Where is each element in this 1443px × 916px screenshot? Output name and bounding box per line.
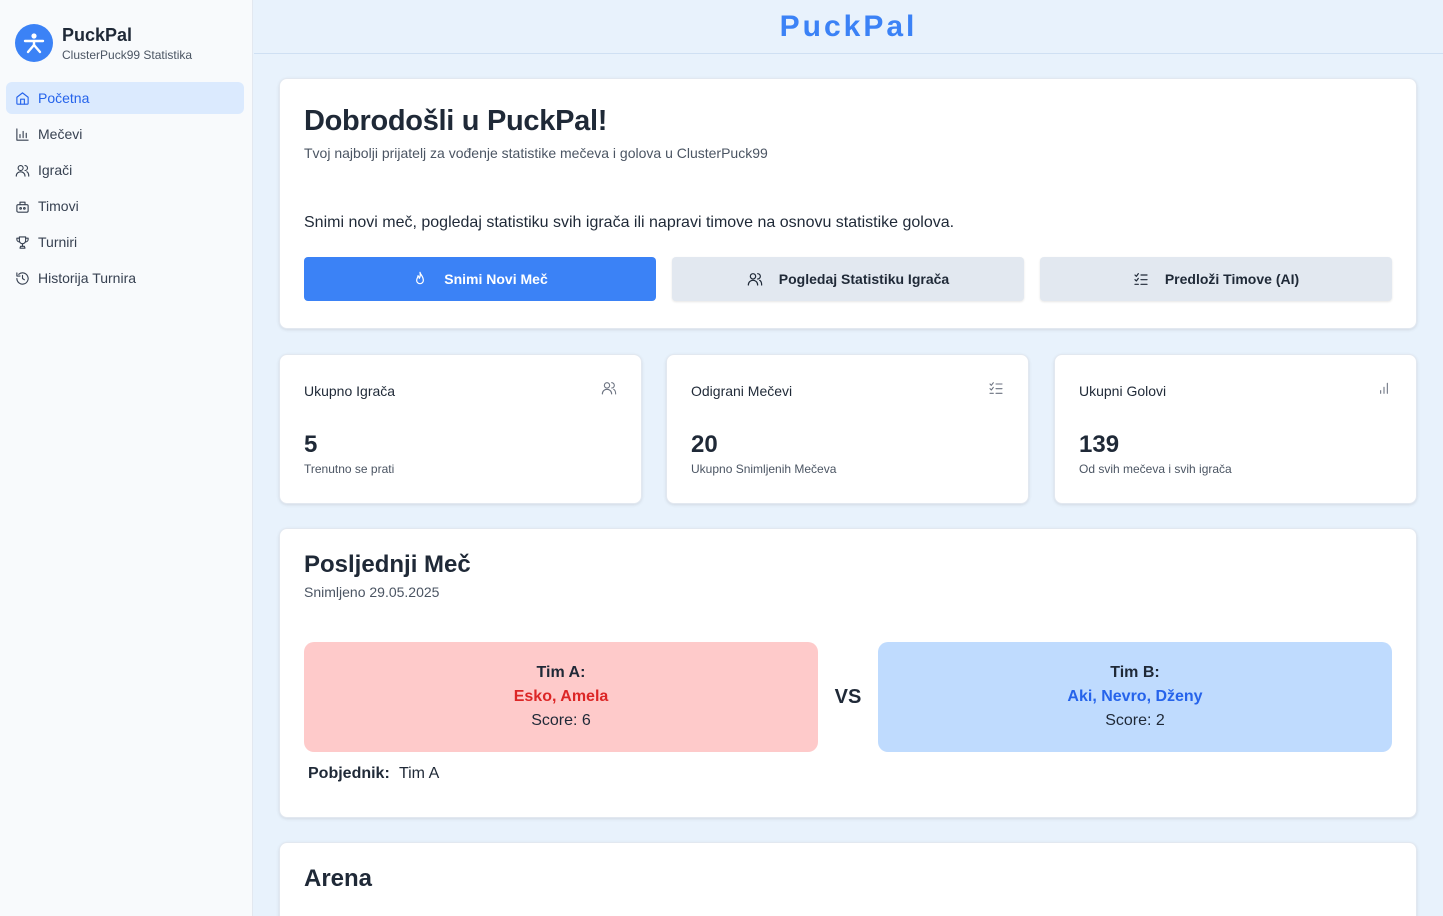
team-b-players: Aki, Nevro, Dženy <box>1067 688 1203 705</box>
stat-card-matches: Odigrani Mečevi 20 Ukupno Snimljenih Meč… <box>666 354 1029 504</box>
arena-title: Arena <box>304 865 373 892</box>
sidebar-item-label: Historija Turnira <box>38 270 137 286</box>
stat-label: Ukupno Igrača <box>304 382 396 399</box>
view-player-stats-label: Pogledaj Statistiku Igrača <box>778 271 950 287</box>
page-title: PuckPal <box>779 9 918 43</box>
sidebar-nav: Početna Mečevi Igrači Timovi Turniri His… <box>0 82 252 294</box>
team-b-score: Score: 2 <box>1105 712 1165 729</box>
sidebar-item-label: Timovi <box>38 198 79 214</box>
last-match-title: Posljednji Meč <box>304 551 471 578</box>
sidebar-item-label: Početna <box>38 90 90 106</box>
bar-chart-icon <box>1376 380 1392 401</box>
record-match-button[interactable]: Snimi Novi Meč <box>304 257 656 301</box>
sidebar: PuckPal ClusterPuck99 Statistika Početna… <box>0 0 253 916</box>
team-a-players: Esko, Amela <box>513 688 609 705</box>
sidebar-item-label: Igrači <box>38 162 73 178</box>
stat-note: Trenutno se prati <box>304 462 395 476</box>
sidebar-item-timovi[interactable]: Timovi <box>6 190 244 222</box>
trophy-icon <box>14 234 30 250</box>
list-check-icon <box>988 380 1004 401</box>
last-match-card: Posljednji Meč Snimljeno 29.05.2025 Tim … <box>279 528 1417 818</box>
team-a-score: Score: 6 <box>531 712 591 729</box>
teams-row: Tim A: Esko, Amela Score: 6 VS Tim B: Ak… <box>304 642 1392 752</box>
top-header: PuckPal <box>254 0 1443 54</box>
winner-row: Pobjednik: Tim A <box>308 765 1392 783</box>
stat-card-goals: Ukupni Golovi 139 Od svih mečeva i svih … <box>1054 354 1417 504</box>
welcome-title: Dobrodošli u PuckPal! <box>304 105 608 137</box>
users-icon <box>747 271 763 287</box>
team-a-title: Tim A: <box>536 664 586 681</box>
sidebar-item-pocetna[interactable]: Početna <box>6 82 244 114</box>
brand[interactable]: PuckPal ClusterPuck99 Statistika <box>0 0 252 70</box>
logo-icon <box>15 24 53 62</box>
welcome-description: Snimi novi meč, pogledaj statistiku svih… <box>304 214 955 231</box>
sidebar-item-turniri[interactable]: Turniri <box>6 226 244 258</box>
team-b-title: Tim B: <box>1110 664 1160 681</box>
arena-card: Arena <box>279 842 1417 916</box>
stat-value: 20 <box>691 431 718 458</box>
suggest-teams-button[interactable]: Predloži Timove (AI) <box>1040 257 1392 301</box>
stat-value: 139 <box>1079 431 1120 458</box>
record-match-label: Snimi Novi Meč <box>444 271 548 287</box>
flame-icon <box>412 271 428 287</box>
suggest-teams-label: Predloži Timove (AI) <box>1164 271 1300 287</box>
stat-note: Ukupno Snimljenih Mečeva <box>691 462 837 476</box>
team-b-panel: Tim B: Aki, Nevro, Dženy Score: 2 <box>878 642 1392 752</box>
sidebar-item-label: Turniri <box>38 234 78 250</box>
winner-value: Tim A <box>398 765 440 782</box>
brand-subtitle: ClusterPuck99 Statistika <box>62 48 193 62</box>
last-match-date: Snimljeno 29.05.2025 <box>304 584 440 600</box>
brand-name: PuckPal <box>62 25 133 45</box>
bar-chart-icon <box>14 126 30 142</box>
winner-label: Pobjednik: <box>308 765 390 782</box>
action-buttons: Snimi Novi Meč Pogledaj Statistiku Igrač… <box>304 257 1392 301</box>
stat-label: Odigrani Mečevi <box>691 382 793 399</box>
team-icon <box>14 198 30 214</box>
users-icon <box>601 380 617 401</box>
history-icon <box>14 270 30 286</box>
stat-value: 5 <box>304 431 318 458</box>
sidebar-item-mecevi[interactable]: Mečevi <box>6 118 244 150</box>
stat-note: Od svih mečeva i svih igrača <box>1079 462 1232 476</box>
list-check-icon <box>1133 271 1149 287</box>
welcome-card: Dobrodošli u PuckPal! Tvoj najbolji prij… <box>279 78 1417 329</box>
vs-label: VS <box>834 685 862 708</box>
stat-card-players: Ukupno Igrača 5 Trenutno se prati <box>279 354 642 504</box>
team-a-panel: Tim A: Esko, Amela Score: 6 <box>304 642 818 752</box>
welcome-subtitle: Tvoj najbolji prijatelj za vođenje stati… <box>304 145 768 161</box>
sidebar-item-label: Mečevi <box>38 126 83 142</box>
home-icon <box>14 90 30 106</box>
view-player-stats-button[interactable]: Pogledaj Statistiku Igrača <box>672 257 1024 301</box>
sidebar-item-igraci[interactable]: Igrači <box>6 154 244 186</box>
sidebar-item-historija-turnira[interactable]: Historija Turnira <box>6 262 244 294</box>
users-icon <box>14 162 30 178</box>
stat-label: Ukupni Golovi <box>1079 382 1167 399</box>
